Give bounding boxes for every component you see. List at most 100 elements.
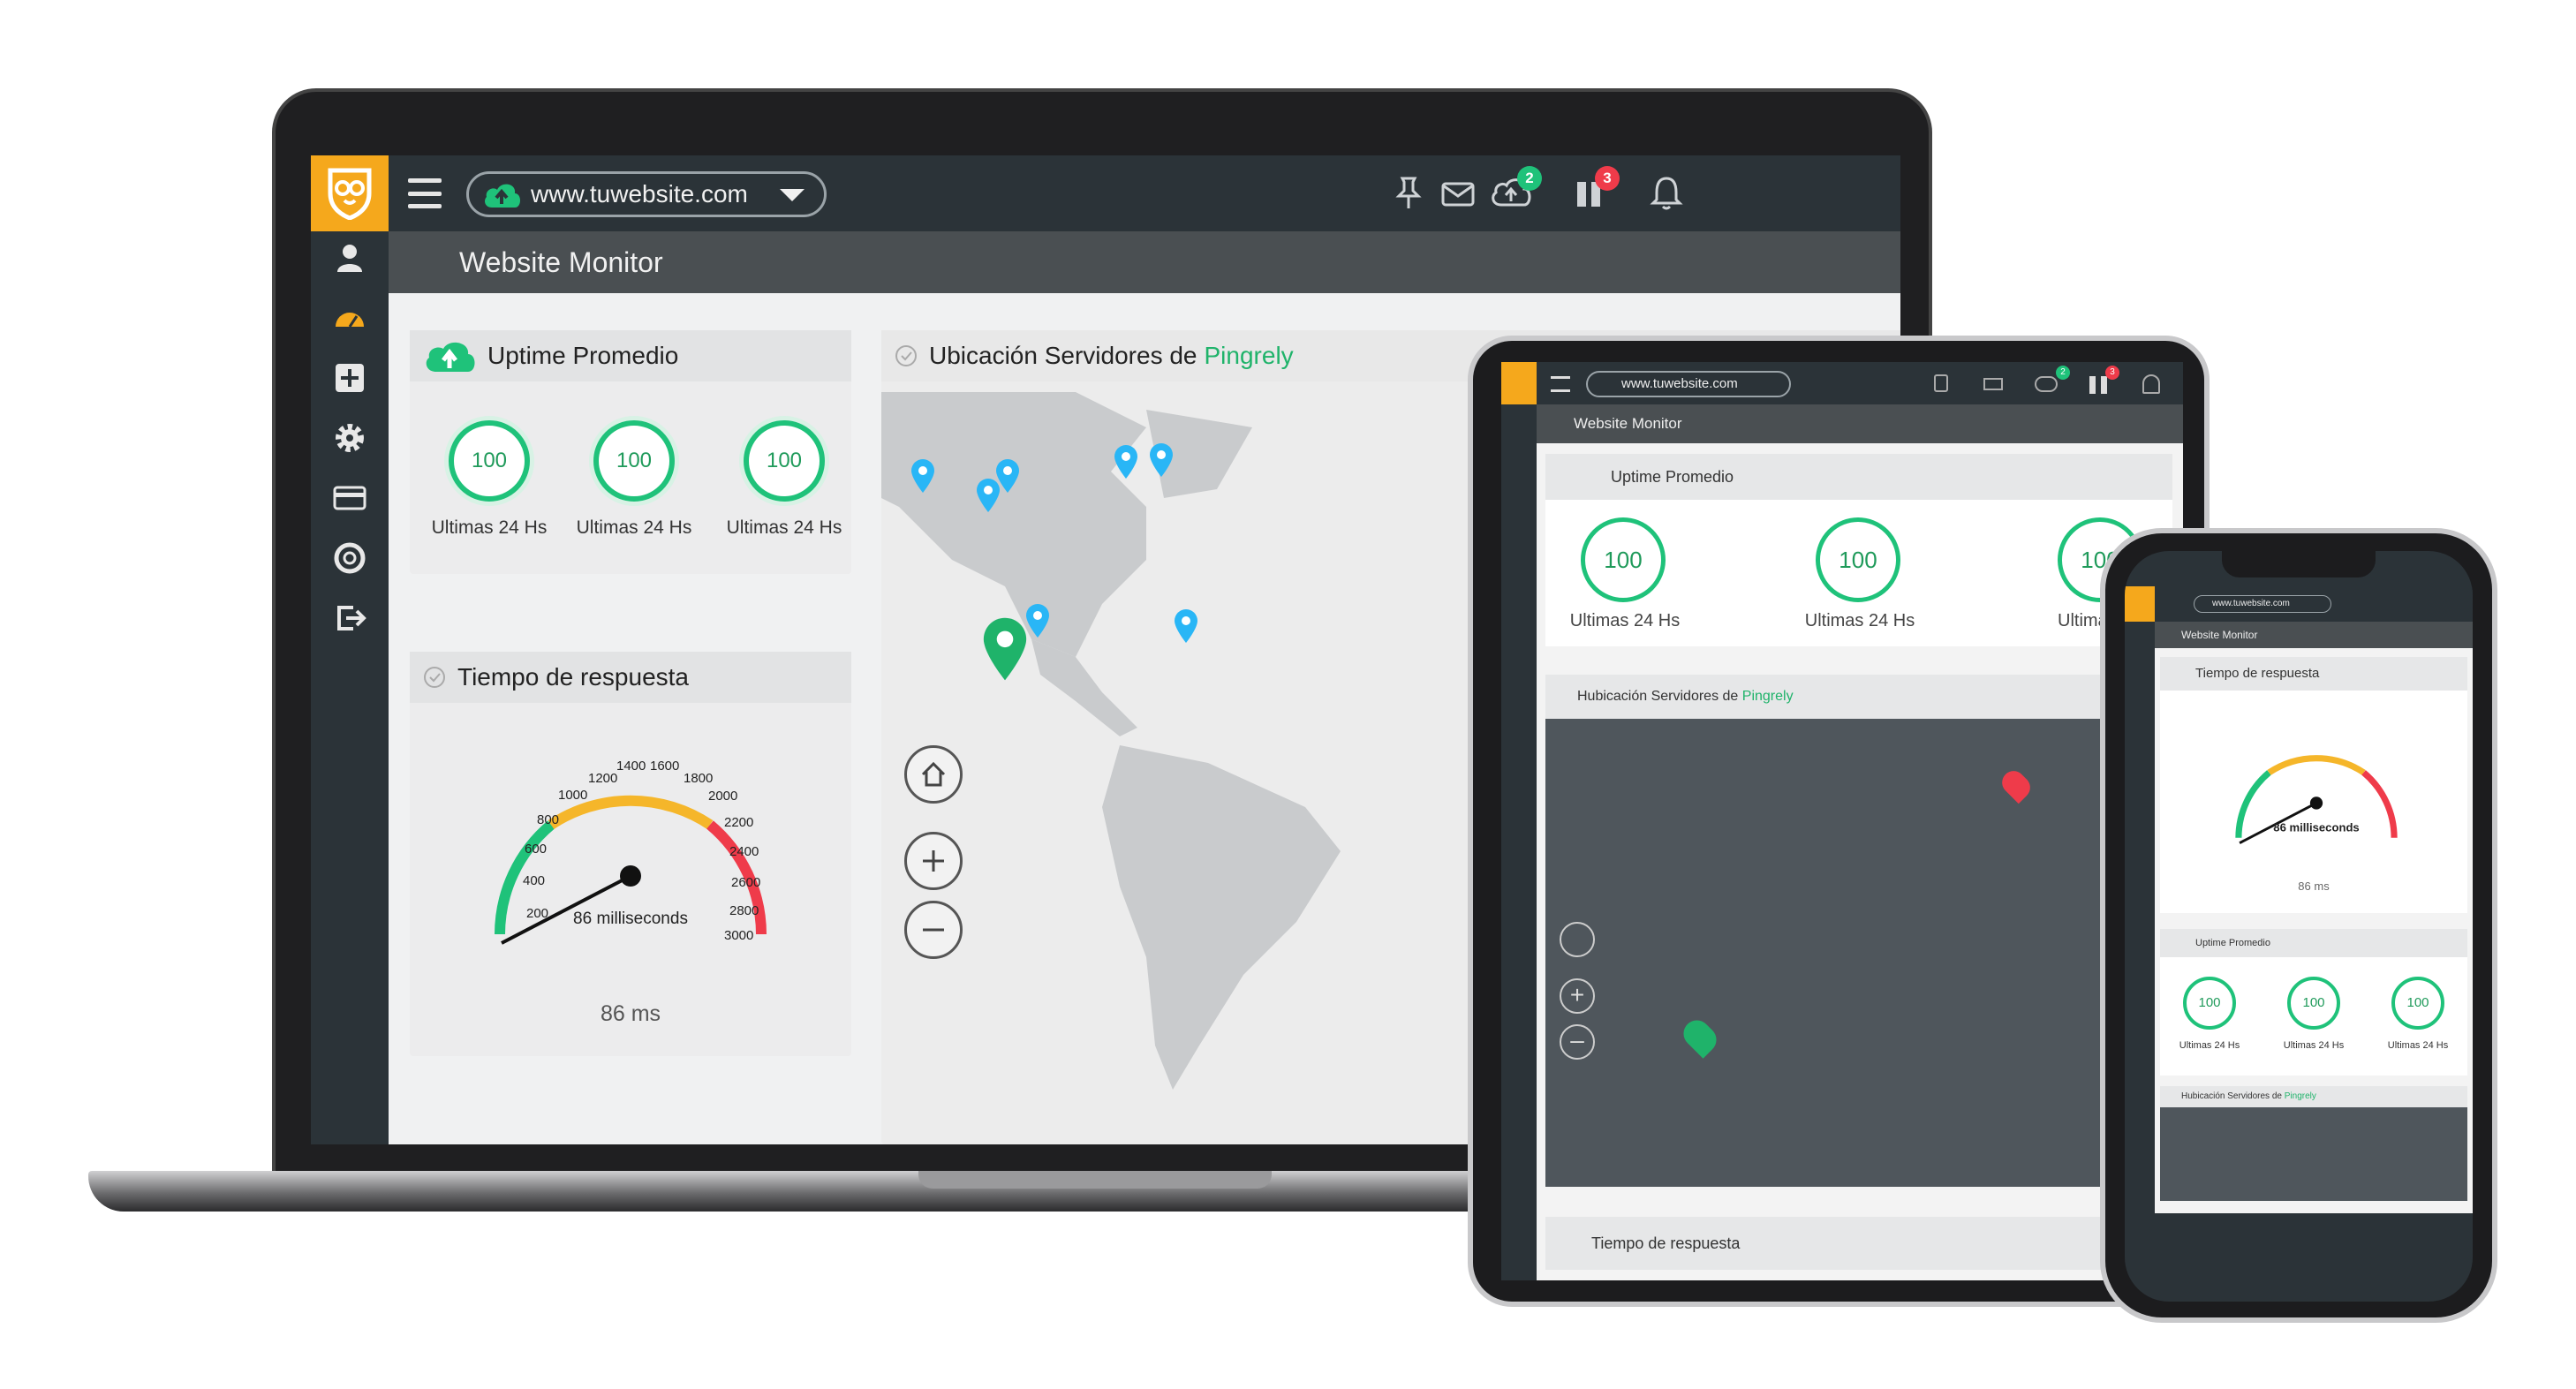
pin-icon[interactable] (1934, 374, 1948, 392)
card-icon[interactable] (332, 480, 367, 516)
gauge-tick: 1000 (558, 788, 587, 803)
page-title: Website Monitor (1537, 404, 2183, 443)
uptime-label: Ultimas 24 Hs (1569, 611, 1681, 630)
response-panel-header: Tiempo de respuesta (410, 652, 851, 703)
map-zoom-in-button[interactable]: + (1560, 978, 1595, 1014)
cloud-upload-icon (426, 342, 475, 372)
map-zoom-out-button[interactable] (904, 901, 963, 959)
phone-notch (2222, 551, 2376, 577)
response-gauge: 200 400 600 800 1000 1200 1400 1600 1800… (495, 759, 767, 945)
pause-icon[interactable] (2089, 376, 2107, 394)
uptime-label: Ultimas 24 Hs (1804, 611, 1915, 630)
user-icon[interactable] (332, 240, 367, 276)
uptime-panel-header: Uptime Promedio (410, 330, 851, 381)
paused-count-badge: 3 (2105, 366, 2119, 380)
bell-icon[interactable] (2142, 374, 2160, 394)
map-title: Hubicación Servidores de (1577, 689, 1739, 704)
map-title-brand: Pingrely (2284, 1091, 2316, 1101)
check-circle-icon (424, 667, 445, 688)
map-home-button[interactable] (904, 745, 963, 804)
server-pin[interactable] (994, 457, 1021, 494)
uptime-ring: 100 (1816, 517, 1900, 602)
gauge-tick: 1600 (650, 759, 679, 774)
owl-shield-icon (328, 168, 372, 220)
gauge-tick: 3000 (724, 928, 753, 943)
gauge-tick: 400 (523, 873, 545, 888)
paused-count-badge: 3 (1595, 166, 1620, 191)
uptime-ring: 100 (593, 420, 675, 502)
logout-icon[interactable] (332, 600, 367, 636)
home-icon (921, 761, 946, 787)
response-panel-title: Tiempo de respuesta (1545, 1217, 2172, 1270)
gauge-tick: 2200 (724, 815, 753, 830)
gauge-tick: 1800 (684, 771, 713, 786)
server-pin-active[interactable] (1678, 1015, 1722, 1059)
server-pin[interactable] (1113, 443, 1139, 480)
uptime-ring: 100 (1581, 517, 1666, 602)
dashboard-icon[interactable] (332, 300, 367, 336)
gauge-tick: 2400 (729, 844, 759, 859)
gauge-tick: 2600 (731, 875, 760, 890)
server-pin-alert[interactable] (1997, 766, 2036, 804)
site-selector[interactable]: www.tuwebsite.com (2194, 595, 2331, 613)
uptime-item: 100 Ultimas 24 Hs (727, 420, 842, 539)
chevron-down-icon (780, 189, 805, 201)
pin-icon[interactable] (1388, 173, 1429, 214)
map-title-brand: Pingrely (1741, 689, 1794, 704)
logo[interactable] (2125, 586, 2155, 622)
uptime-label: Ultimas 24 Hs (2179, 1040, 2240, 1051)
response-value: 86 ms (2298, 879, 2330, 893)
minus-icon (923, 928, 944, 932)
uptime-label: Ultimas 24 Hs (576, 517, 692, 538)
map-panel-header: Hubicación Servidores de Pingrely (2160, 1086, 2467, 1107)
uptime-label: Ultimas 24 Hs (726, 517, 842, 538)
site-selector[interactable]: www.tuwebsite.com (1586, 371, 1791, 397)
server-pin[interactable] (1148, 442, 1175, 479)
site-selector-value: www.tuwebsite.com (531, 180, 748, 208)
site-selector[interactable]: www.tuwebsite.com (466, 171, 827, 217)
map-title: Ubicación Servidores de (929, 342, 1197, 369)
cloud-upload-icon[interactable] (2035, 376, 2058, 392)
map-panel-header: Hubicación Servidores de Pingrely (1545, 675, 2172, 719)
plus-icon (923, 850, 944, 872)
logo[interactable] (1501, 362, 1537, 404)
upload-count-badge: 2 (2056, 366, 2070, 380)
uptime-panel: Uptime Promedio 100 Ultimas 24 Hs 100 Ul… (2160, 929, 2467, 1076)
bell-icon[interactable] (1646, 173, 1687, 214)
uptime-panel: Uptime Promedio 100 Ultimas 24 Hs 100 Ul… (1545, 454, 2172, 646)
server-pin-active[interactable] (978, 615, 1031, 683)
uptime-ring: 100 (2183, 977, 2236, 1030)
gauge-value-label: 86 milliseconds (573, 910, 688, 928)
gear-icon[interactable] (332, 420, 367, 456)
mail-icon[interactable] (1983, 378, 2003, 390)
gauge-tick: 1200 (588, 771, 617, 786)
phone-screen: www.tuwebsite.com Website Monitor Tiempo… (2125, 551, 2473, 1302)
server-pin[interactable] (910, 457, 936, 494)
server-map-panel: Hubicación Servidores de Pingrely (2160, 1086, 2467, 1201)
phone-top-bar: www.tuwebsite.com (2125, 586, 2473, 622)
menu-toggle-icon[interactable] (408, 178, 442, 208)
response-panel: Tiempo de respuesta 200 400 600 800 1000… (410, 652, 851, 1056)
tablet-screen: www.tuwebsite.com 2 3 Website Monitor Up… (1501, 362, 2183, 1280)
gauge-value-label: 86 milliseconds (2273, 821, 2359, 834)
add-icon[interactable] (332, 360, 367, 396)
tablet-content: Uptime Promedio 100 Ultimas 24 Hs 100 Ul… (1537, 443, 2183, 1280)
server-pin[interactable] (1173, 608, 1199, 645)
upload-count-badge: 2 (1517, 166, 1542, 191)
logo[interactable] (311, 155, 389, 231)
gauge-tick: 1400 (616, 759, 646, 774)
page-title: Website Monitor (2155, 622, 2473, 648)
mail-icon[interactable] (1438, 173, 1478, 214)
uptime-ring: 100 (2287, 977, 2340, 1030)
uptime-panel-title: Uptime Promedio (487, 342, 679, 369)
uptime-ring: 100 (2391, 977, 2444, 1030)
map-zoom-out-button[interactable]: – (1560, 1024, 1595, 1060)
map-title-brand: Pingrely (1204, 342, 1294, 369)
map-home-button[interactable] (1560, 922, 1595, 957)
uptime-label: Ultimas 24 Hs (2387, 1040, 2449, 1051)
map-zoom-in-button[interactable] (904, 832, 963, 890)
phone-content: Tiempo de respuesta 86 milliseconds 86 m… (2155, 648, 2473, 1213)
menu-toggle-icon[interactable] (1551, 376, 1570, 392)
laptop-notch (918, 1171, 1272, 1189)
lifebuoy-icon[interactable] (332, 540, 367, 576)
